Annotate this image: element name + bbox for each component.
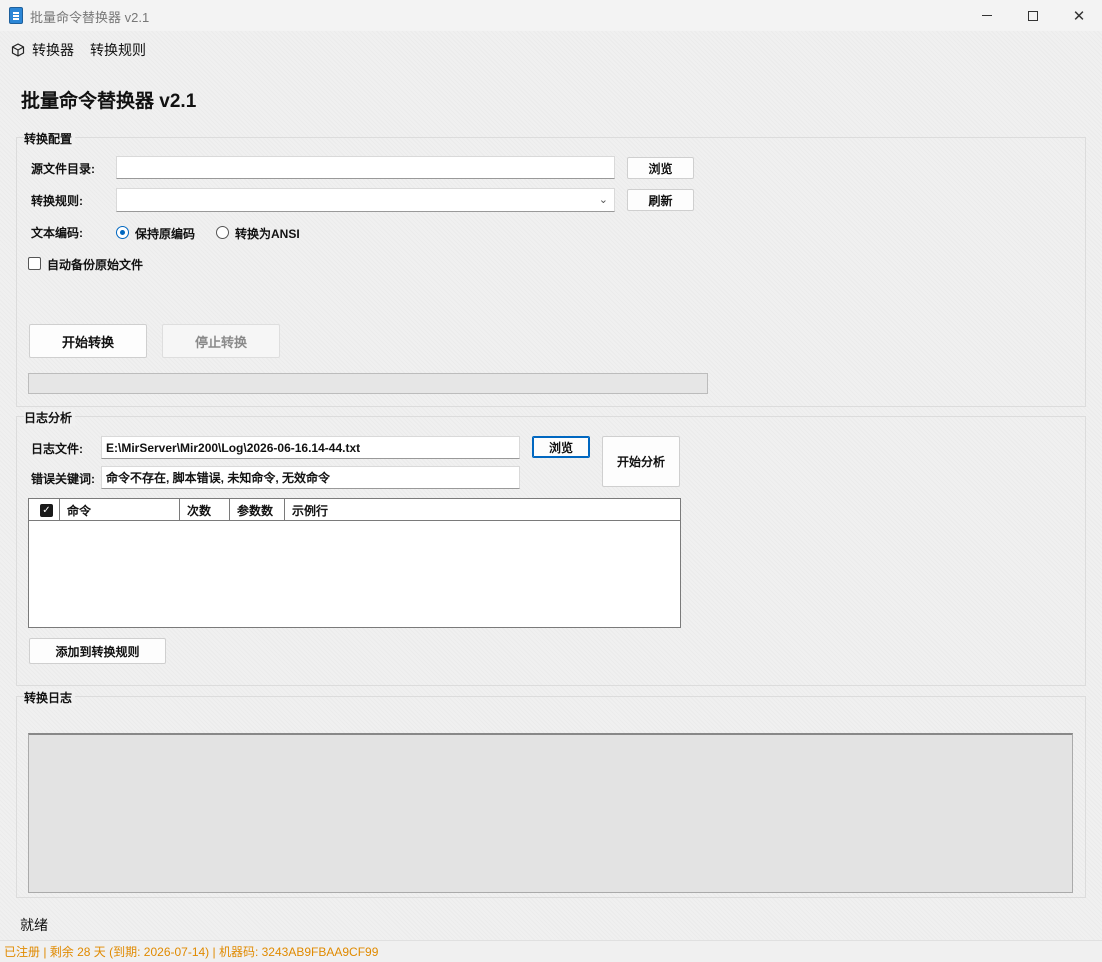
source-dir-input[interactable] bbox=[116, 156, 615, 179]
convert-log-group-label: 转换日志 bbox=[24, 689, 76, 706]
column-header-example[interactable]: 示例行 bbox=[285, 499, 680, 521]
log-file-input[interactable]: E:\MirServer\Mir200\Log\2026-06-16.14-44… bbox=[101, 436, 520, 459]
title-bar[interactable] bbox=[0, 0, 1102, 31]
maximize-button[interactable] bbox=[1010, 0, 1056, 31]
chevron-down-icon: ⌄ bbox=[598, 194, 608, 206]
log-browse-button[interactable]: 浏览 bbox=[532, 436, 590, 458]
app-icon bbox=[9, 7, 23, 24]
menu-item-rules-label: 转换规则 bbox=[90, 42, 146, 58]
encoding-ansi-radio[interactable] bbox=[216, 226, 229, 239]
keywords-label: 错误关键词: bbox=[31, 472, 95, 486]
menu-item-converter-label: 转换器 bbox=[32, 42, 74, 58]
close-button[interactable]: ✕ bbox=[1056, 0, 1102, 31]
cube-icon bbox=[11, 43, 25, 57]
minimize-button[interactable] bbox=[964, 0, 1010, 31]
add-to-rules-button[interactable]: 添加到转换规则 bbox=[29, 638, 166, 664]
rule-label: 转换规则: bbox=[31, 194, 83, 208]
convert-progress-bar bbox=[28, 373, 708, 394]
close-icon: ✕ bbox=[1072, 7, 1086, 25]
menu-item-rules[interactable]: 转换规则 bbox=[90, 40, 146, 60]
command-table[interactable]: ✓ 命令 次数 参数数 示例行 bbox=[28, 498, 681, 628]
select-all-column[interactable]: ✓ bbox=[29, 499, 60, 521]
log-analysis-group-label: 日志分析 bbox=[24, 409, 76, 426]
encoding-keep-radio[interactable] bbox=[116, 226, 129, 239]
keywords-input[interactable]: 命令不存在, 脚本错误, 未知命令, 无效命令 bbox=[101, 466, 520, 489]
select-all-checkbox[interactable]: ✓ bbox=[40, 504, 53, 517]
column-header-command[interactable]: 命令 bbox=[60, 499, 180, 521]
convert-log-textarea[interactable] bbox=[28, 733, 1073, 893]
backup-label[interactable]: 自动备份原始文件 bbox=[47, 256, 143, 273]
backup-checkbox[interactable] bbox=[28, 257, 41, 270]
log-file-label: 日志文件: bbox=[31, 442, 83, 456]
start-analyze-button[interactable]: 开始分析 bbox=[602, 436, 680, 487]
rule-select[interactable]: ⌄ bbox=[116, 188, 615, 212]
encoding-label: 文本编码: bbox=[31, 226, 83, 240]
minimize-icon bbox=[982, 15, 992, 16]
window-title: 批量命令替换器 v2.1 bbox=[30, 10, 150, 25]
maximize-icon bbox=[1028, 10, 1038, 21]
refresh-button[interactable]: 刷新 bbox=[627, 189, 694, 211]
column-header-count[interactable]: 次数 bbox=[180, 499, 230, 521]
encoding-keep-label[interactable]: 保持原编码 bbox=[135, 225, 195, 242]
status-text: 就绪 bbox=[20, 917, 48, 933]
menu-item-converter[interactable]: 转换器 bbox=[11, 40, 74, 60]
encoding-ansi-label[interactable]: 转换为ANSI bbox=[235, 225, 300, 242]
start-convert-button[interactable]: 开始转换 bbox=[29, 324, 147, 358]
column-header-params[interactable]: 参数数 bbox=[230, 499, 285, 521]
convert-config-group-label: 转换配置 bbox=[24, 130, 76, 147]
command-table-header: ✓ 命令 次数 参数数 示例行 bbox=[29, 499, 680, 521]
source-dir-label: 源文件目录: bbox=[31, 162, 95, 176]
registration-info: 已注册 | 剩余 28 天 (到期: 2026-07-14) | 机器码: 32… bbox=[4, 945, 379, 959]
page-title: 批量命令替换器 v2.1 bbox=[21, 91, 197, 112]
stop-convert-button[interactable]: 停止转换 bbox=[162, 324, 280, 358]
source-browse-button[interactable]: 浏览 bbox=[627, 157, 694, 179]
